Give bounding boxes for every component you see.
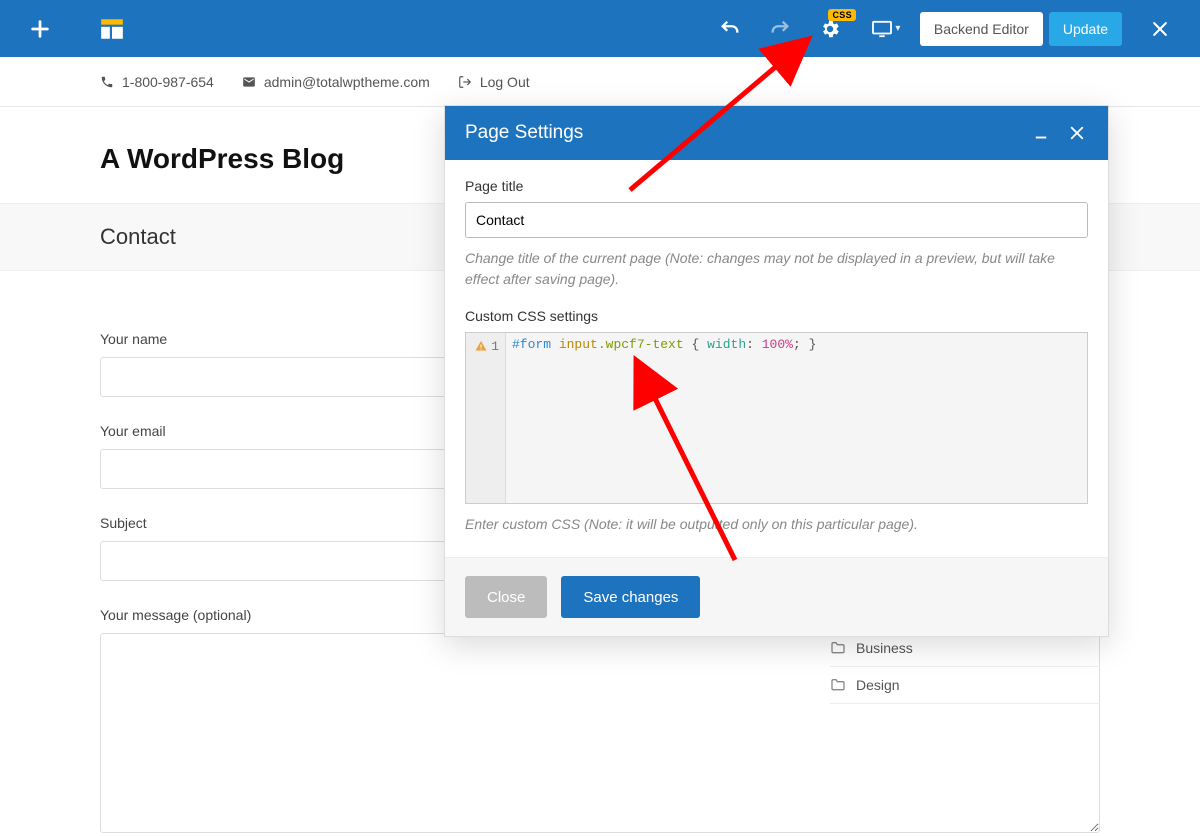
modal-save-btn[interactable]: Save changes: [561, 576, 700, 618]
custom-css-label: Custom CSS settings: [465, 308, 1088, 324]
custom-css-help: Enter custom CSS (Note: it will be outpu…: [465, 514, 1088, 535]
undo-button[interactable]: [708, 7, 752, 51]
phone-icon: [100, 75, 114, 89]
template-icon[interactable]: [90, 7, 134, 51]
page-settings-modal: Page Settings Page title Change title of…: [444, 105, 1109, 637]
top-toolbar: CSS ▾ Backend Editor Update: [0, 0, 1200, 57]
page-title-help: Change title of the current page (Note: …: [465, 248, 1088, 290]
email-icon: [242, 75, 256, 89]
line-number: 1: [491, 339, 499, 354]
modal-header[interactable]: Page Settings: [445, 106, 1108, 160]
backend-editor-button[interactable]: Backend Editor: [920, 12, 1043, 46]
folder-icon: [830, 640, 846, 656]
logout-link[interactable]: Log Out: [458, 74, 530, 90]
modal-close-btn[interactable]: Close: [465, 576, 547, 618]
code-gutter: 1: [466, 333, 506, 503]
page-title-field-label: Page title: [465, 178, 1088, 194]
sidebar-item-label: Business: [856, 640, 913, 656]
email-text: admin@totalwptheme.com: [264, 74, 430, 90]
chevron-down-icon: ▾: [895, 23, 900, 34]
modal-footer: Close Save changes: [445, 557, 1108, 636]
page-title-input[interactable]: [465, 202, 1088, 238]
responsive-preview-button[interactable]: ▾: [858, 7, 914, 51]
sidebar-item-label: Design: [856, 677, 900, 693]
phone-item: 1-800-987-654: [100, 74, 214, 90]
custom-css-editor[interactable]: 1 #form input.wpcf7-text { width: 100%; …: [465, 332, 1088, 504]
modal-close-button[interactable]: [1066, 122, 1088, 144]
logout-text: Log Out: [480, 74, 530, 90]
logout-icon: [458, 75, 472, 89]
css-badge: CSS: [828, 9, 855, 21]
add-element-button[interactable]: [18, 7, 62, 51]
email-item: admin@totalwptheme.com: [242, 74, 430, 90]
close-editor-button[interactable]: [1138, 7, 1182, 51]
sidebar-item-design[interactable]: Design: [830, 667, 1100, 704]
warning-icon: [475, 340, 487, 352]
settings-gear-button[interactable]: CSS: [808, 7, 852, 51]
update-button[interactable]: Update: [1049, 12, 1122, 46]
category-sidebar: Business Design: [830, 630, 1100, 704]
code-content[interactable]: #form input.wpcf7-text { width: 100%; }: [506, 333, 1087, 503]
site-meta-bar: 1-800-987-654 admin@totalwptheme.com Log…: [0, 57, 1200, 107]
folder-icon: [830, 677, 846, 693]
phone-text: 1-800-987-654: [122, 74, 214, 90]
redo-button[interactable]: [758, 7, 802, 51]
modal-minimize-button[interactable]: [1030, 122, 1052, 144]
modal-title: Page Settings: [465, 122, 583, 144]
